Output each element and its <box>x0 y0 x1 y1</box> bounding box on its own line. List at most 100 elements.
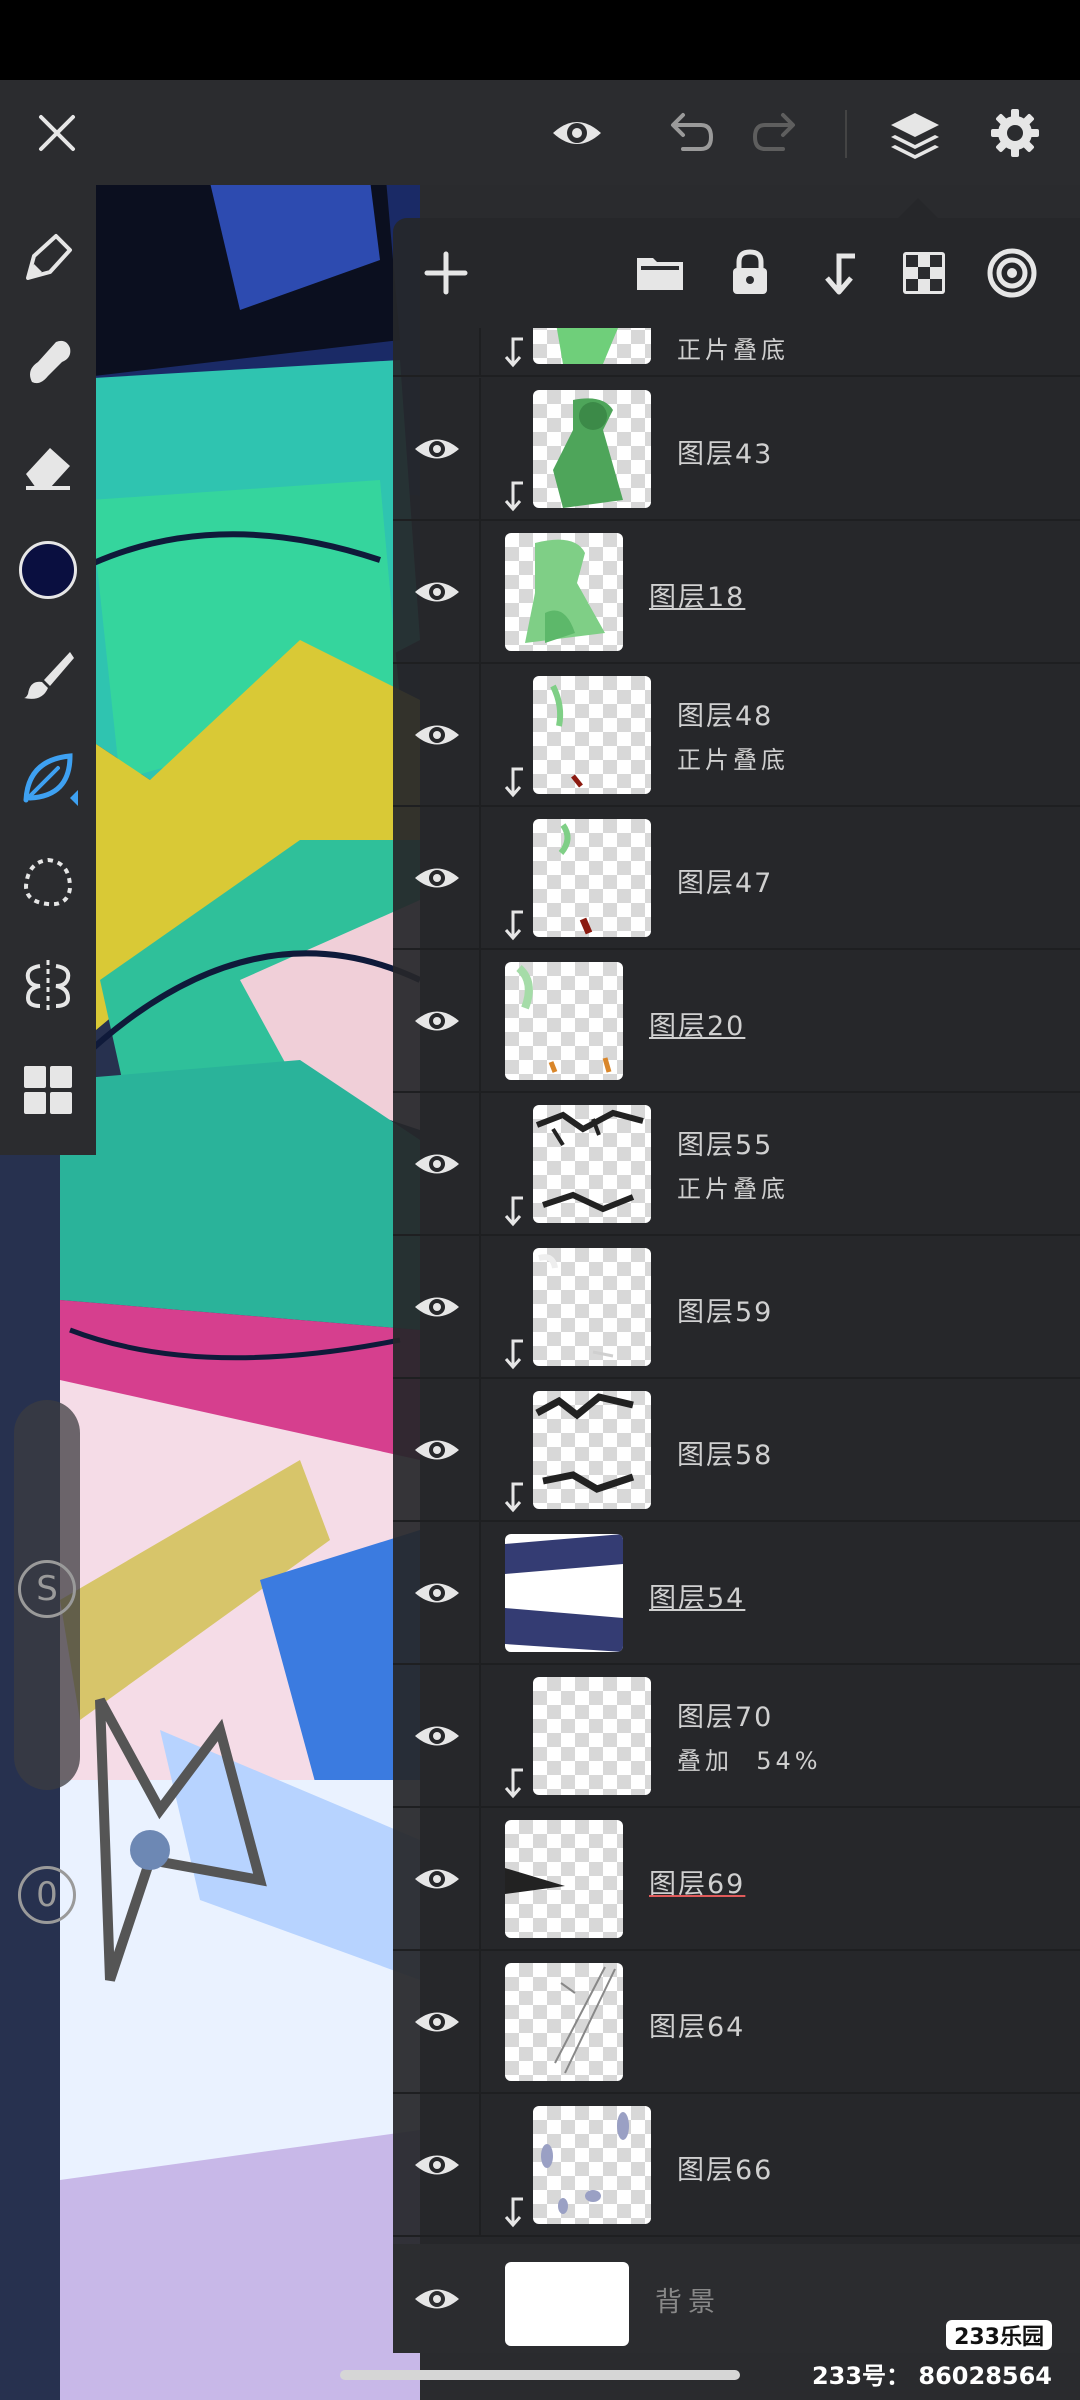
row-divider <box>479 1236 481 1377</box>
eye-icon[interactable] <box>407 853 467 903</box>
lock-icon[interactable] <box>715 238 785 308</box>
row-divider <box>479 1665 481 1806</box>
eye-icon[interactable] <box>407 1425 467 1475</box>
add-icon[interactable] <box>411 238 481 308</box>
eye-icon[interactable] <box>407 1282 467 1332</box>
layer-blend-mode: 正片叠底 <box>677 1175 789 1203</box>
eye-icon[interactable] <box>407 1854 467 1904</box>
row-divider <box>479 1379 481 1520</box>
clip-arrow-icon <box>501 2195 529 2229</box>
layer-row[interactable]: 图层59 <box>393 1236 1080 1379</box>
size-label: S <box>18 1560 76 1618</box>
color-swatch[interactable] <box>13 535 83 605</box>
layer-thumbnail <box>533 390 651 508</box>
layer-thumbnail <box>505 1963 623 2081</box>
layer-thumbnail <box>533 1391 651 1509</box>
eye-icon[interactable] <box>407 567 467 617</box>
layer-name: 图层70 <box>677 1702 774 1733</box>
layer-thumbnail <box>505 1820 623 1938</box>
eye-icon[interactable] <box>407 996 467 1046</box>
layer-row[interactable]: 图层47 <box>393 807 1080 950</box>
clip-arrow-icon <box>501 479 529 513</box>
target-icon[interactable] <box>977 238 1047 308</box>
home-indicator[interactable] <box>340 2370 740 2380</box>
close-icon[interactable] <box>24 100 90 166</box>
layer-blend-mode: 正片叠底 <box>677 746 789 774</box>
background-thumbnail <box>505 2262 629 2346</box>
eye-icon[interactable] <box>407 2274 467 2324</box>
layer-thumbnail <box>505 1534 623 1652</box>
eye-icon[interactable] <box>407 1711 467 1761</box>
grid-icon[interactable] <box>13 1055 83 1125</box>
layer-name: 图层59 <box>677 1297 774 1328</box>
clip-arrow-icon <box>501 335 529 369</box>
layer-name: 图层64 <box>649 2012 746 2043</box>
lasso-icon[interactable] <box>13 847 83 917</box>
watermark: 233乐园 233号： 86028564 <box>812 2320 1076 2396</box>
layer-thumbnail <box>505 962 623 1080</box>
layer-name: 图层58 <box>677 1440 774 1471</box>
folder-icon[interactable] <box>625 238 695 308</box>
layer-name: 图层43 <box>677 439 774 470</box>
layer-thumbnail <box>533 676 651 794</box>
clip-arrow-icon <box>501 765 529 799</box>
layer-row[interactable]: 图层66 <box>393 2094 1080 2237</box>
eraser-icon[interactable] <box>13 431 83 501</box>
layer-row[interactable]: 图层54 <box>393 1522 1080 1665</box>
undo-icon[interactable] <box>656 100 722 166</box>
smudge-icon[interactable] <box>13 327 83 397</box>
background-layer-name: 背景 <box>655 2287 721 2318</box>
layer-row[interactable]: 图层64 <box>393 1951 1080 2094</box>
layer-name: 图层54 <box>649 1583 746 1614</box>
settings-icon[interactable] <box>982 100 1048 166</box>
layer-row[interactable]: 图层48 正片叠底 <box>393 664 1080 807</box>
layer-row[interactable]: 图层55 正片叠底 <box>393 1093 1080 1236</box>
layer-thumbnail <box>533 819 651 937</box>
watermark-id: 233号： 86028564 <box>811 2362 1052 2390</box>
layer-list[interactable]: 正片叠底 图层43 图层18 图层48 正片叠底 图层47 图层20 图层55 … <box>393 328 1080 2353</box>
layer-thumbnail <box>533 328 651 364</box>
layer-row[interactable]: 图层18 <box>393 521 1080 664</box>
layer-row[interactable]: 图层69 <box>393 1808 1080 1951</box>
layer-name: 图层20 <box>649 1011 746 1042</box>
layer-name: 图层55 <box>677 1130 774 1161</box>
row-divider <box>479 328 481 375</box>
transparency-icon[interactable] <box>889 238 959 308</box>
row-divider <box>479 807 481 948</box>
clip-arrow-icon <box>501 908 529 942</box>
current-color <box>19 541 77 599</box>
layer-thumbnail <box>533 2106 651 2224</box>
layer-name: 图层18 <box>649 582 746 613</box>
layer-row[interactable]: 图层43 <box>393 378 1080 521</box>
eye-icon[interactable] <box>407 2140 467 2190</box>
eye-icon[interactable] <box>407 1997 467 2047</box>
row-divider <box>479 1522 481 1663</box>
symmetry-icon[interactable] <box>13 951 83 1021</box>
top-toolbar <box>0 80 1080 185</box>
layer-row[interactable]: 图层70 叠加 54% <box>393 1665 1080 1808</box>
eye-icon[interactable] <box>407 1568 467 1618</box>
layer-blend-mode: 正片叠底 <box>677 336 789 364</box>
layer-thumbnail <box>533 1248 651 1366</box>
leaf-brush-icon[interactable] <box>13 743 83 813</box>
layer-row-partial[interactable]: 正片叠底 <box>393 328 1080 377</box>
opacity-label: 0 <box>18 1866 76 1924</box>
layers-icon[interactable] <box>882 100 948 166</box>
eye-icon[interactable] <box>407 1139 467 1189</box>
layer-thumbnail <box>533 1677 651 1795</box>
redo-icon[interactable] <box>744 100 810 166</box>
layer-name: 图层48 <box>677 701 774 732</box>
brush-icon[interactable] <box>13 639 83 709</box>
toolbar-divider <box>845 110 847 158</box>
eye-icon[interactable] <box>407 710 467 760</box>
pen-icon[interactable] <box>13 223 83 293</box>
row-divider <box>479 1951 481 2092</box>
layers-panel: 正片叠底 图层43 图层18 图层48 正片叠底 图层47 图层20 图层55 … <box>393 218 1080 2353</box>
eye-icon[interactable] <box>544 100 610 166</box>
clip-arrow-icon <box>501 1337 529 1371</box>
layer-row[interactable]: 图层20 <box>393 950 1080 1093</box>
watermark-logo: 233乐园 <box>946 2320 1052 2350</box>
clip-icon[interactable] <box>803 238 873 308</box>
eye-icon[interactable] <box>407 424 467 474</box>
layer-row[interactable]: 图层58 <box>393 1379 1080 1522</box>
